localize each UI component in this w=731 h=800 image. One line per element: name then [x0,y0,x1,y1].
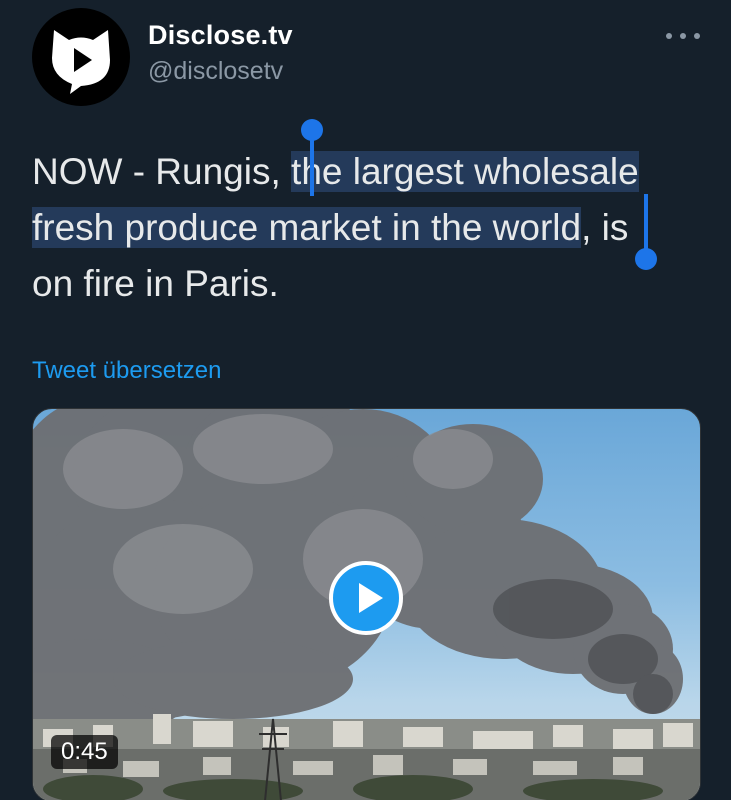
more-horizontal-icon[interactable] [666,26,700,46]
more-dot [694,33,700,39]
tweet-text-part: , is [581,207,629,248]
avatar[interactable] [32,8,130,106]
selected-text: fresh produce market in the world [32,207,582,248]
video-thumbnail[interactable]: 0:45 [32,408,701,800]
tweet-text-part: NOW - Rungis, [32,151,292,192]
more-dot [666,33,672,39]
author-display-name[interactable]: Disclose.tv [148,20,293,51]
fox-play-logo-icon [52,30,110,94]
selection-end-handle[interactable] [635,248,657,270]
tweet-text-line-2: fresh produce market in the world, is [32,200,712,256]
selection-start-handle[interactable] [301,119,323,141]
tweet-text-line-3: on fire in Paris. [32,263,279,304]
play-icon[interactable] [329,561,403,635]
tweet-text-line-1: NOW - Rungis, the largest wholesale [32,144,712,200]
tweet-text[interactable]: NOW - Rungis, the largest wholesale fres… [32,144,712,312]
selection-end-caret [644,194,648,254]
selected-text: the largest wholesale [291,151,639,192]
tweet-view: Disclose.tv @disclosetv NOW - Rungis, th… [0,0,731,800]
video-duration-badge: 0:45 [51,735,118,769]
selection-start-caret [310,138,314,196]
author-handle[interactable]: @disclosetv [148,57,283,86]
translate-tweet-link[interactable]: Tweet übersetzen [32,357,221,385]
more-dot [680,33,686,39]
